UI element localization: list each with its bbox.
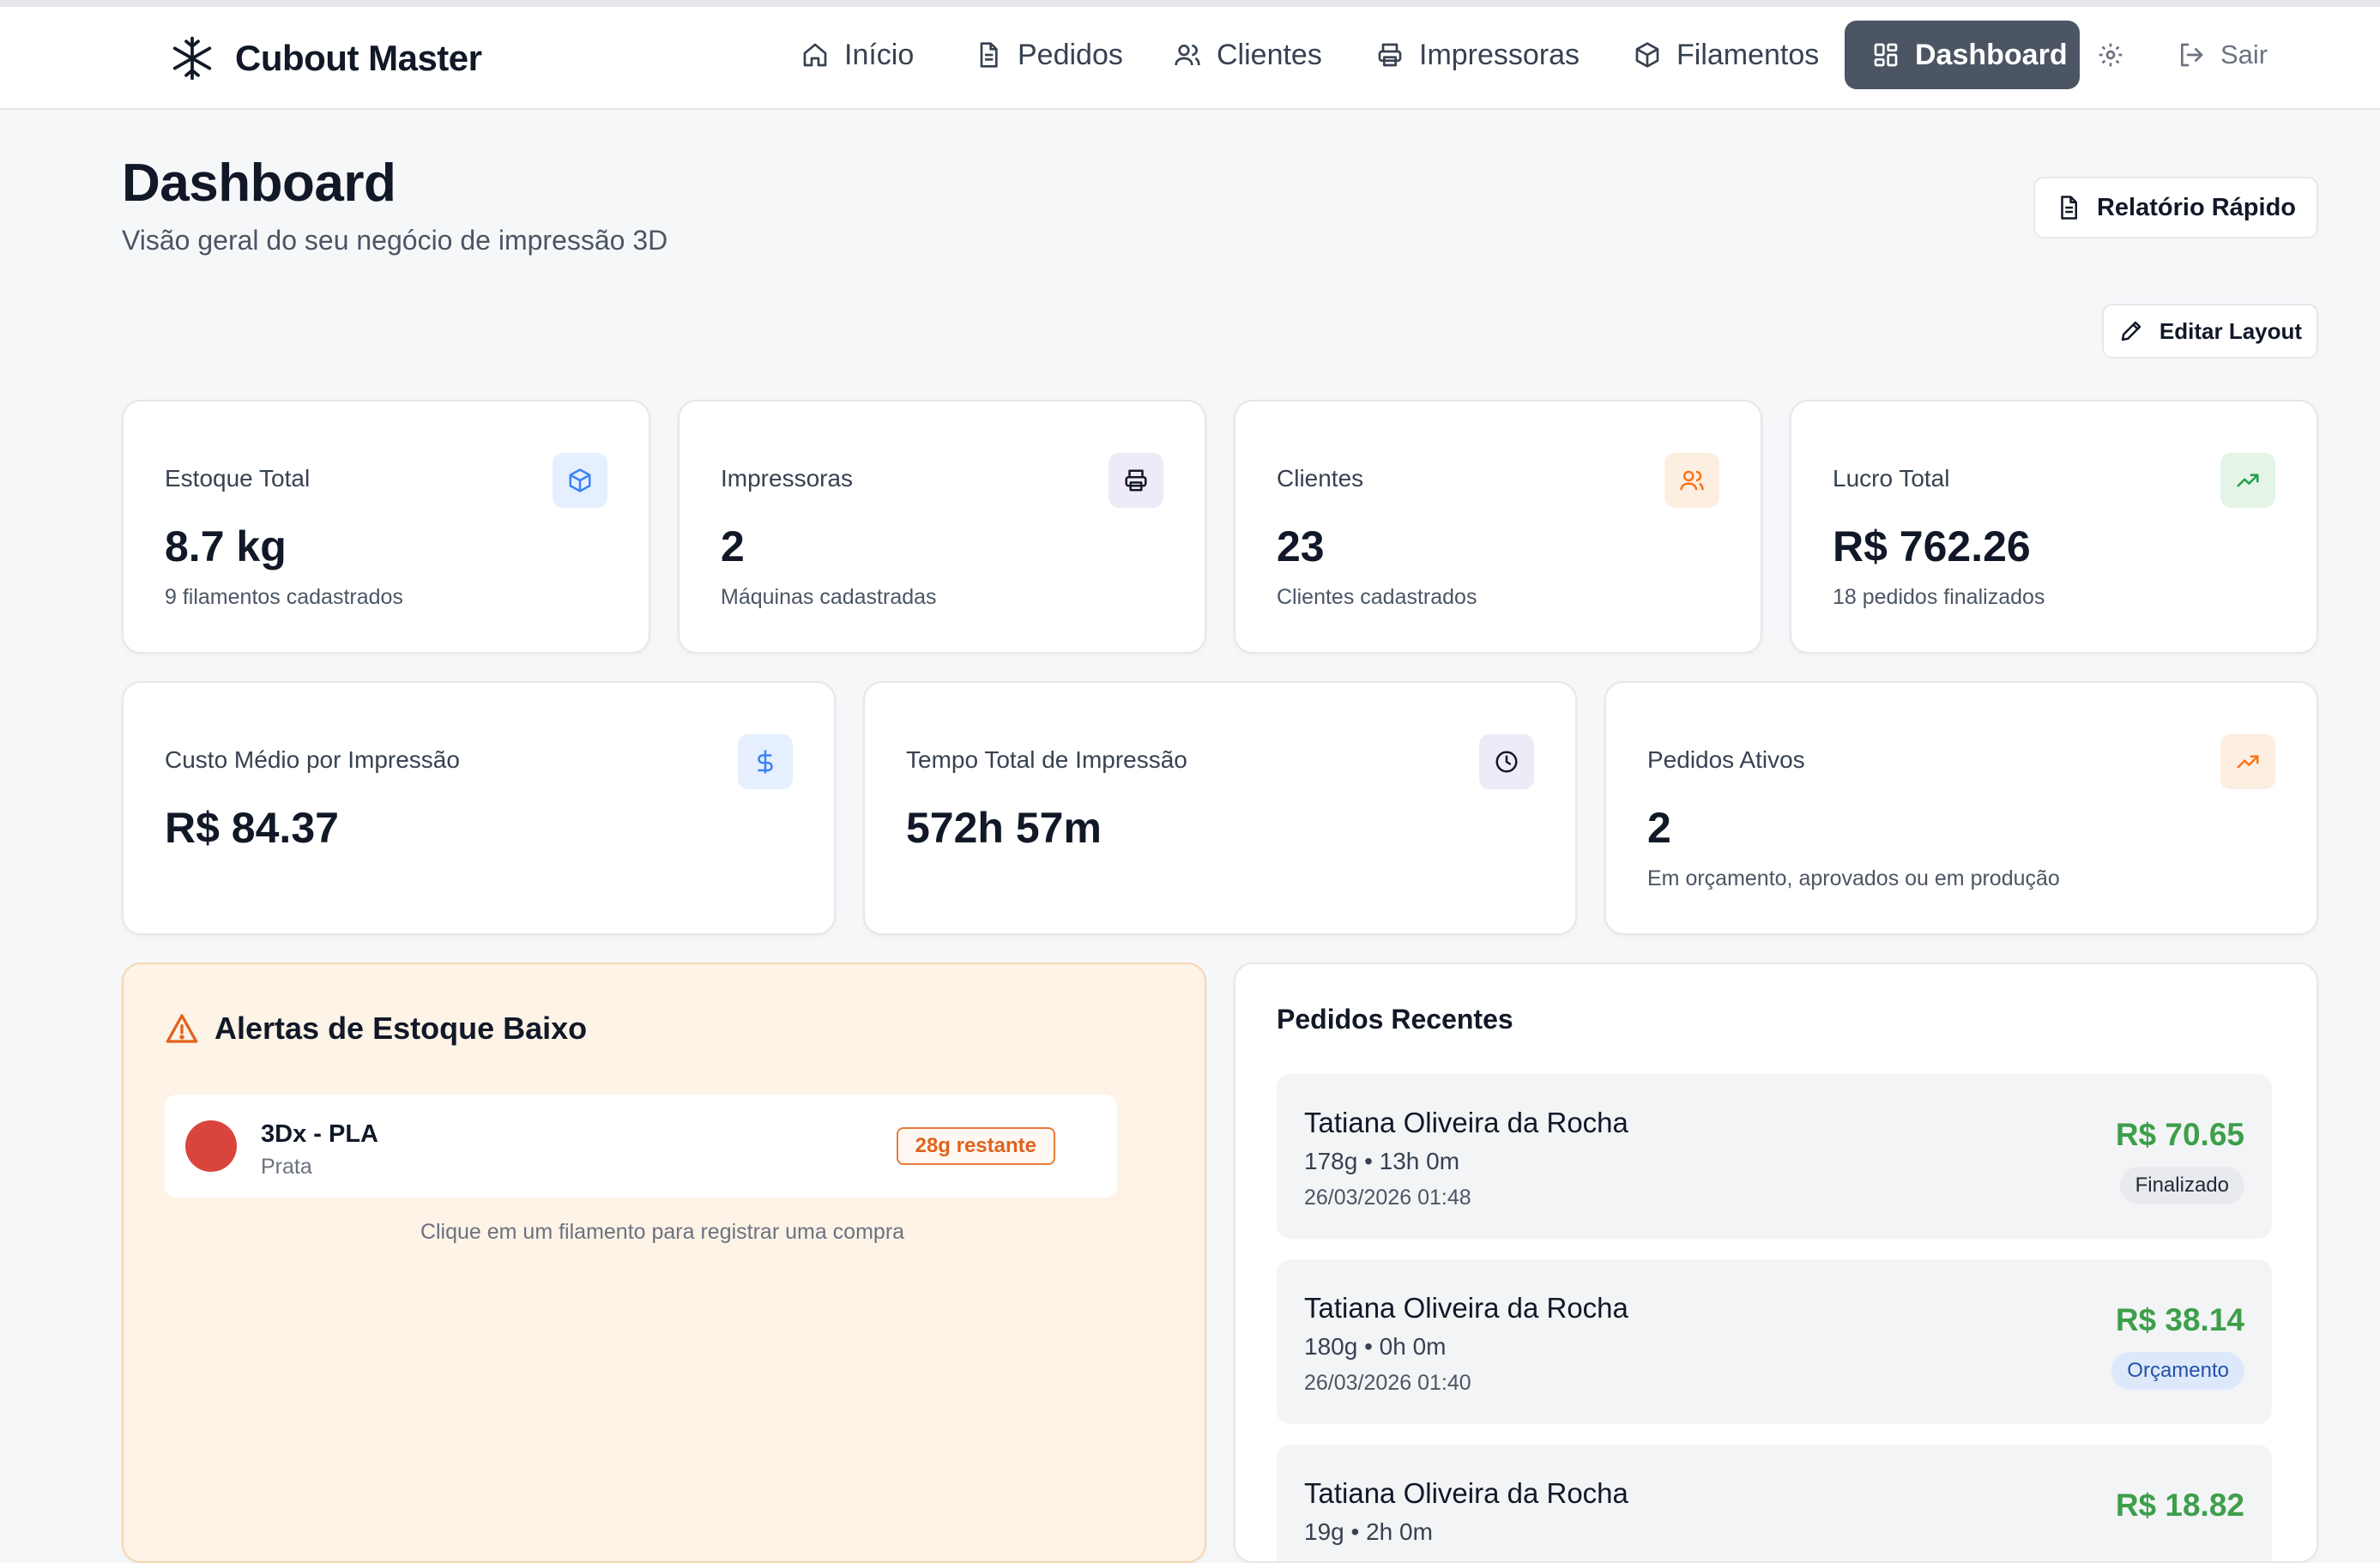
stat-value: 8.7 kg bbox=[165, 522, 287, 570]
stat-label: Estoque Total bbox=[165, 465, 311, 492]
stat-sub: 9 filamentos cadastrados bbox=[165, 585, 403, 609]
quick-report-label: Relatório Rápido bbox=[2096, 193, 2296, 221]
stat-sub: Máquinas cadastradas bbox=[721, 585, 937, 609]
nav-item-dashboard[interactable]: Dashboard bbox=[1845, 21, 2080, 89]
document-icon bbox=[2056, 195, 2081, 220]
order-card[interactable]: Tatiana Oliveira da Rocha 180g • 0h 0m 2… bbox=[1277, 1259, 2272, 1424]
order-card[interactable]: Tatiana Oliveira da Rocha 178g • 13h 0m … bbox=[1277, 1074, 2272, 1239]
nav-item-pedidos[interactable]: Pedidos bbox=[947, 21, 1151, 89]
alerts-title-text: Alertas de Estoque Baixo bbox=[214, 1011, 588, 1046]
box-icon bbox=[1634, 41, 1661, 69]
stat-label: Custo Médio por Impressão bbox=[165, 746, 460, 773]
order-card[interactable]: Tatiana Oliveira da Rocha 19g • 2h 0m R$… bbox=[1277, 1445, 2272, 1561]
remaining-badge: 28g restante bbox=[896, 1127, 1055, 1165]
filament-name: 3Dx - PLA bbox=[261, 1120, 378, 1148]
nav-item-inicio[interactable]: Início bbox=[774, 21, 941, 89]
order-price: R$ 38.14 bbox=[2115, 1302, 2244, 1337]
pencil-icon bbox=[2118, 318, 2144, 344]
stat-value: 572h 57m bbox=[906, 804, 1102, 852]
page-title: Dashboard bbox=[122, 154, 396, 213]
stat-label: Lucro Total bbox=[1833, 465, 1950, 492]
settings-button[interactable] bbox=[2087, 21, 2135, 89]
window-top-border bbox=[0, 0, 2380, 7]
box-icon bbox=[553, 453, 607, 508]
stat-value: R$ 84.37 bbox=[165, 804, 339, 852]
stat-value: 23 bbox=[1277, 522, 1325, 570]
stat-sub: Clientes cadastrados bbox=[1277, 585, 1477, 609]
filament-color-swatch bbox=[185, 1120, 237, 1172]
order-client: Tatiana Oliveira da Rocha bbox=[1304, 1477, 1628, 1509]
edit-layout-label: Editar Layout bbox=[2159, 317, 2303, 344]
trending-up-icon bbox=[2220, 734, 2275, 789]
order-client: Tatiana Oliveira da Rocha bbox=[1304, 1292, 1628, 1324]
warning-icon bbox=[165, 1011, 199, 1046]
stat-sub: Em orçamento, aprovados ou em produção bbox=[1647, 866, 2060, 890]
stat-value: 2 bbox=[1647, 804, 1671, 852]
printer-icon bbox=[1376, 41, 1404, 69]
order-status-badge: Orçamento bbox=[2111, 1352, 2244, 1390]
clock-icon bbox=[1479, 734, 1534, 789]
order-meta: 178g • 13h 0m bbox=[1304, 1148, 1460, 1174]
trending-up-icon bbox=[2220, 453, 2275, 508]
nav-item-impressoras[interactable]: Impressoras bbox=[1349, 21, 1607, 89]
logout-icon bbox=[2178, 41, 2205, 69]
brand[interactable]: Cubout Master bbox=[168, 31, 482, 86]
nav-item-label: Pedidos bbox=[1018, 38, 1123, 71]
stat-value: 2 bbox=[721, 522, 745, 570]
nav-item-label: Início bbox=[844, 38, 915, 71]
stat-card-pedidos-ativos: Pedidos Ativos 2 Em orçamento, aprovados… bbox=[1604, 681, 2318, 935]
order-price: R$ 18.82 bbox=[2115, 1488, 2244, 1523]
order-meta: 19g • 2h 0m bbox=[1304, 1518, 1433, 1545]
printer-icon bbox=[1108, 453, 1163, 508]
order-meta: 180g • 0h 0m bbox=[1304, 1333, 1447, 1360]
home-icon bbox=[801, 41, 829, 69]
stat-card-lucro: Lucro Total R$ 762.26 18 pedidos finaliz… bbox=[1790, 400, 2318, 654]
stat-label: Impressoras bbox=[721, 465, 854, 492]
page-subtitle: Visão geral do seu negócio de impressão … bbox=[122, 225, 668, 256]
recent-orders-title: Pedidos Recentes bbox=[1277, 1004, 1513, 1035]
logout-button[interactable]: Sair bbox=[2150, 21, 2295, 89]
nav-item-label: Impressoras bbox=[1419, 38, 1580, 71]
stat-card-estoque: Estoque Total 8.7 kg 9 filamentos cadast… bbox=[122, 400, 650, 654]
stat-sub: 18 pedidos finalizados bbox=[1833, 585, 2045, 609]
edit-layout-button[interactable]: Editar Layout bbox=[2102, 304, 2318, 359]
brand-name: Cubout Master bbox=[235, 38, 482, 78]
quick-report-button[interactable]: Relatório Rápido bbox=[2033, 177, 2318, 238]
nav-item-label: Filamentos bbox=[1676, 38, 1820, 71]
order-status-badge: Finalizado bbox=[2119, 1167, 2244, 1204]
logo-icon bbox=[168, 34, 216, 82]
stat-card-custo-medio: Custo Médio por Impressão R$ 84.37 bbox=[122, 681, 836, 935]
stat-label: Pedidos Ativos bbox=[1647, 746, 1805, 773]
dollar-icon bbox=[738, 734, 793, 789]
order-date: 26/03/2026 01:40 bbox=[1304, 1371, 1471, 1395]
stat-label: Tempo Total de Impressão bbox=[906, 746, 1187, 773]
users-icon bbox=[1174, 41, 1201, 69]
users-icon bbox=[1664, 453, 1719, 508]
nav-item-label: Clientes bbox=[1217, 38, 1322, 71]
grid-icon bbox=[1872, 41, 1900, 69]
alerts-hint: Clique em um filamento para registrar um… bbox=[420, 1220, 905, 1244]
top-navbar: Cubout Master Início Pedidos Clientes Im… bbox=[0, 7, 2380, 110]
order-date: 26/03/2026 01:48 bbox=[1304, 1186, 1471, 1210]
stat-card-clientes: Clientes 23 Clientes cadastrados bbox=[1234, 400, 1762, 654]
alerts-title: Alertas de Estoque Baixo bbox=[165, 1011, 587, 1047]
nav-item-clientes[interactable]: Clientes bbox=[1146, 21, 1350, 89]
order-client: Tatiana Oliveira da Rocha bbox=[1304, 1107, 1628, 1138]
nav-item-filamentos[interactable]: Filamentos bbox=[1606, 21, 1846, 89]
stat-card-tempo-total: Tempo Total de Impressão 572h 57m bbox=[863, 681, 1577, 935]
nav-item-label: Dashboard bbox=[1915, 38, 2068, 71]
low-stock-item[interactable]: 3Dx - PLA Prata 28g restante bbox=[165, 1095, 1117, 1198]
document-icon bbox=[975, 41, 1002, 69]
filament-color-name: Prata bbox=[261, 1155, 312, 1179]
gear-icon bbox=[2097, 41, 2124, 69]
low-stock-alerts-panel: Alertas de Estoque Baixo 3Dx - PLA Prata… bbox=[122, 963, 1206, 1563]
stat-label: Clientes bbox=[1277, 465, 1364, 492]
recent-orders-panel: Pedidos Recentes Tatiana Oliveira da Roc… bbox=[1234, 963, 2318, 1563]
logout-label: Sair bbox=[2220, 39, 2268, 69]
order-price: R$ 70.65 bbox=[2115, 1117, 2244, 1152]
stat-card-impressoras: Impressoras 2 Máquinas cadastradas bbox=[678, 400, 1206, 654]
stat-value: R$ 762.26 bbox=[1833, 522, 2031, 570]
